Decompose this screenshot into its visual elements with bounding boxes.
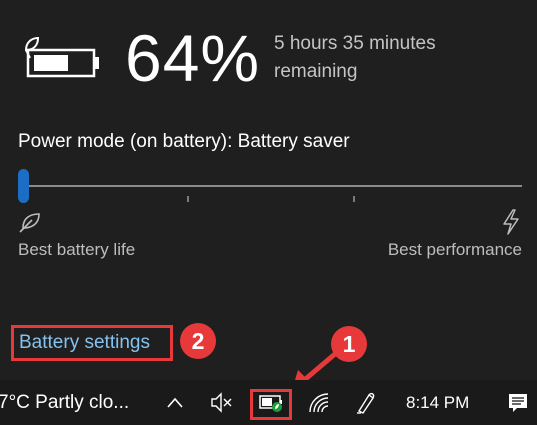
battery-icon-highlight [250, 389, 292, 420]
mute-speaker-icon[interactable] [210, 380, 234, 425]
pen-icon[interactable] [355, 380, 377, 425]
battery-settings-link[interactable]: Battery settings [19, 332, 150, 354]
time-remaining: 5 hours 35 minutes remaining [274, 33, 436, 82]
best-performance-label: Best performance [387, 240, 522, 259]
slider-tick [353, 196, 355, 202]
leaf-icon [18, 210, 42, 234]
battery-percent: 64% [125, 21, 261, 95]
wifi-icon[interactable] [308, 380, 330, 425]
clock[interactable]: 8:14 PM [406, 380, 469, 425]
weather-widget[interactable]: 7°C Partly clo... [0, 380, 129, 425]
slider-tick [187, 196, 189, 202]
power-mode-slider-thumb[interactable] [18, 169, 29, 203]
chevron-up-icon[interactable] [165, 380, 185, 425]
notification-icon[interactable] [507, 380, 529, 425]
best-battery-life-label: Best battery life [18, 240, 136, 259]
power-mode-slider-track[interactable] [18, 185, 522, 187]
battery-icon [22, 36, 106, 80]
lightning-bolt-icon [500, 209, 522, 235]
step-badge-2: 2 [180, 323, 216, 359]
power-mode-label: Power mode (on battery): Battery saver [18, 131, 350, 152]
battery-flyout: 64% 5 hours 35 minutes remaining Power m… [0, 0, 537, 380]
